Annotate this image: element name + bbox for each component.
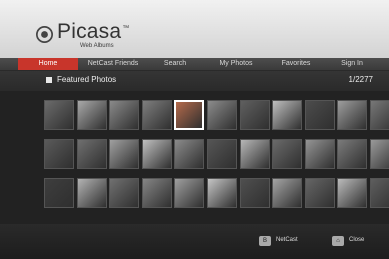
footer-bar: B NetCast ⌂ Close <box>0 224 389 259</box>
photo-thumbnail[interactable] <box>272 139 303 169</box>
photo-thumbnail[interactable] <box>76 100 107 130</box>
photo-grid <box>0 91 389 224</box>
photo-counter: 1/2277 <box>348 75 373 84</box>
photo-thumbnail[interactable] <box>109 100 140 130</box>
photo-thumbnail[interactable] <box>207 178 237 208</box>
header: Picasa™ Web Albums <box>0 0 389 58</box>
photo-thumbnail[interactable] <box>174 178 205 208</box>
photo-thumbnail[interactable] <box>174 100 205 130</box>
photo-thumbnail[interactable] <box>337 178 368 208</box>
picasa-logo-icon <box>36 26 53 43</box>
photo-thumbnail[interactable] <box>76 139 107 169</box>
photo-thumbnail[interactable] <box>304 139 335 169</box>
section-title: Featured Photos <box>57 75 117 84</box>
picasa-logo: Picasa™ Web Albums <box>36 20 176 50</box>
close-label: Close <box>349 237 365 243</box>
photo-thumbnail[interactable] <box>337 139 368 169</box>
photo-thumbnail[interactable] <box>272 100 303 130</box>
photo-thumbnail[interactable] <box>272 178 303 208</box>
photo-thumbnail[interactable] <box>207 100 237 130</box>
photo-thumbnail[interactable] <box>239 178 270 208</box>
photo-thumbnail[interactable] <box>337 100 368 130</box>
photo-thumbnail[interactable] <box>44 100 74 130</box>
photo-thumbnail[interactable] <box>174 139 205 169</box>
photo-thumbnail[interactable] <box>370 139 389 169</box>
photo-thumbnail[interactable] <box>304 100 335 130</box>
logo-subtitle: Web Albums <box>80 43 114 49</box>
picasa-screen: Picasa™ Web Albums Home NetCast Friends … <box>0 0 389 259</box>
logo-text: Picasa™ <box>57 20 130 43</box>
photo-thumbnail[interactable] <box>44 139 74 169</box>
section-bar: Featured Photos 1/2277 <box>0 71 389 91</box>
photo-thumbnail[interactable] <box>141 178 172 208</box>
photo-thumbnail[interactable] <box>109 139 140 169</box>
nav-netcast-friends[interactable]: NetCast Friends <box>78 58 148 70</box>
photo-thumbnail[interactable] <box>239 100 270 130</box>
netcast-label: NetCast <box>276 237 298 243</box>
photo-thumbnail[interactable] <box>370 178 389 208</box>
nav-home[interactable]: Home <box>18 58 78 70</box>
section-bullet-icon <box>46 77 52 83</box>
nav-search[interactable]: Search <box>148 58 202 70</box>
photo-thumbnail[interactable] <box>239 139 270 169</box>
main-nav: Home NetCast Friends Search My Photos Fa… <box>0 58 389 71</box>
photo-thumbnail[interactable] <box>76 178 107 208</box>
blue-key-icon[interactable]: B <box>259 236 271 246</box>
nav-favorites[interactable]: Favorites <box>270 58 322 70</box>
photo-thumbnail[interactable] <box>370 100 389 130</box>
photo-thumbnail[interactable] <box>207 139 237 169</box>
photo-thumbnail[interactable] <box>109 178 140 208</box>
nav-my-photos[interactable]: My Photos <box>202 58 270 70</box>
photo-thumbnail[interactable] <box>304 178 335 208</box>
nav-sign-in[interactable]: Sign In <box>322 58 382 70</box>
home-key-icon[interactable]: ⌂ <box>332 236 344 246</box>
photo-thumbnail[interactable] <box>44 178 74 208</box>
photo-thumbnail[interactable] <box>141 139 172 169</box>
photo-thumbnail[interactable] <box>141 100 172 130</box>
